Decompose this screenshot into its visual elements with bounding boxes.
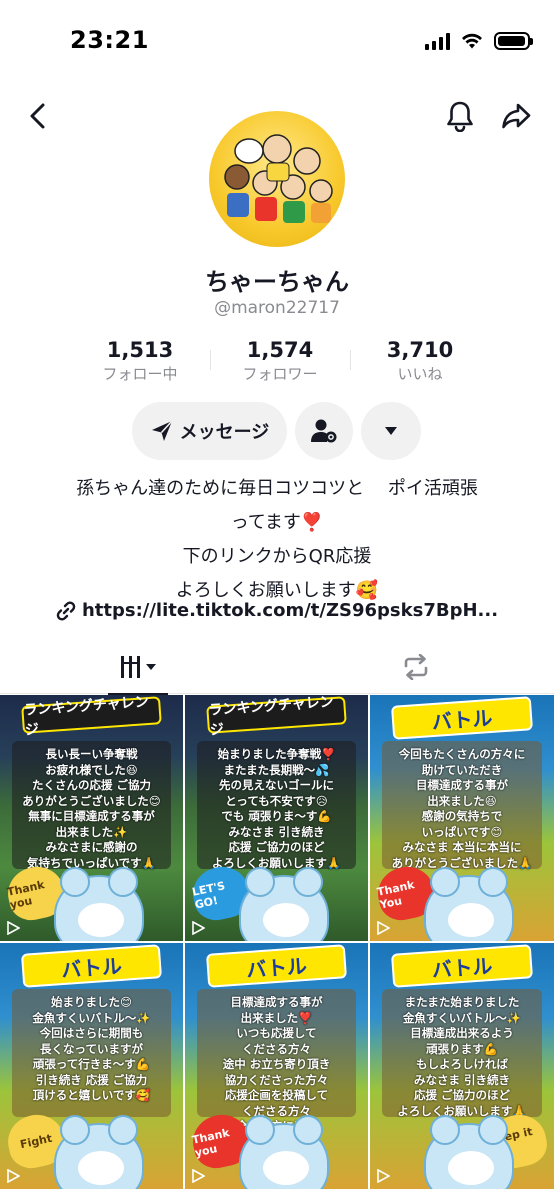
video-grid: ランキングチャレンジ 長い長ーい争奪戦 お疲れ様でした😆 たくさんの応援 ご協力… (0, 695, 554, 1200)
tab-videos[interactable] (0, 640, 277, 695)
play-icon (377, 921, 390, 935)
play-icon (192, 1169, 205, 1183)
chevron-left-icon (30, 103, 45, 129)
video-thumbnail[interactable]: バトル 今回もたくさんの方々に 助けていただき 目標達成する事が 出来ました😆 … (370, 695, 554, 941)
bear-sticker-icon (54, 1115, 144, 1189)
video-banner-text: バトル (390, 944, 534, 988)
play-icon (192, 921, 205, 935)
status-bar: 23:21 (0, 0, 554, 84)
avatar-illustration-icon (224, 134, 333, 223)
cellular-signal-icon (425, 32, 450, 50)
bear-sticker-icon (239, 1115, 329, 1189)
video-caption-text: 長い長ーい争奪戦 お疲れ様でした😆 たくさんの応援 ご協力 ありがとうございまし… (12, 741, 171, 870)
video-caption-text: 始まりました争奪戦❣️ またまた長期戦〜💦 先の見えないゴールに とっても不安で… (197, 741, 356, 870)
video-grid-icon (120, 656, 156, 678)
share-arrow-icon (502, 103, 531, 129)
status-icons (425, 32, 533, 50)
video-caption-text: 目標達成する事が 出来ました❣️ いつも応援して くださる方々 途中 お立ち寄り… (197, 989, 356, 1149)
play-icon (377, 1169, 390, 1183)
bell-icon (447, 101, 473, 132)
display-name: ちゃーちゃん (205, 268, 349, 296)
add-friend-button[interactable] (295, 402, 353, 460)
video-caption-text: またまた始まりました 金魚すくいバトル〜✨ 目標達成出来るよう 頑張ります💪 も… (382, 989, 542, 1118)
play-icon (7, 1169, 20, 1183)
bio-line: 孫ちゃん達のために毎日コツコツと ポイ活頑張 (76, 478, 478, 499)
likes-label: いいね (397, 365, 443, 383)
following-count: 1,513 (106, 338, 174, 362)
video-caption-text: 始まりました😊 金魚すくいバトル〜✨ 今回はさらに期間も 長くなっていますが 頑… (12, 989, 171, 1117)
likes-count: 3,710 (386, 338, 454, 362)
wifi-icon (462, 33, 482, 49)
profile-actions: メッセージ (0, 402, 554, 460)
bear-sticker-icon (239, 867, 329, 941)
caret-down-icon (385, 427, 397, 435)
profile-avatar[interactable] (209, 111, 345, 247)
back-button[interactable] (14, 92, 62, 140)
message-button-label: メッセージ (179, 422, 270, 443)
stat-following[interactable]: 1,513 フォロー中 (70, 336, 210, 384)
repost-icon (404, 654, 427, 680)
message-button[interactable]: メッセージ (132, 402, 287, 460)
notification-bell-button[interactable] (436, 92, 484, 140)
send-icon (151, 420, 173, 441)
bio-line: 下のリンクからQR応援 (182, 546, 372, 567)
user-settings-icon (311, 419, 337, 443)
tab-reposts[interactable] (277, 640, 554, 694)
username-handle: @maron22717 (214, 298, 340, 318)
followers-count: 1,574 (246, 338, 314, 362)
share-button[interactable] (492, 92, 540, 140)
video-thumbnail[interactable]: ランキングチャレンジ 長い長ーい争奪戦 お疲れ様でした😆 たくさんの応援 ご協力… (0, 695, 183, 941)
bear-sticker-icon (424, 867, 514, 941)
video-banner-text: ランキングチャレンジ (21, 695, 162, 739)
bio-link[interactable]: https://lite.tiktok.com/t/ZS96psks7BpH..… (0, 600, 554, 621)
video-banner-text: バトル (20, 944, 163, 988)
more-options-button[interactable] (361, 402, 421, 460)
video-thumbnail[interactable]: バトル 目標達成する事が 出来ました❣️ いつも応援して くださる方々 途中 お… (185, 943, 368, 1189)
bio-link-text: https://lite.tiktok.com/t/ZS96psks7BpH..… (81, 600, 499, 621)
video-banner-text: バトル (205, 944, 348, 988)
bear-sticker-icon (424, 1115, 514, 1189)
following-label: フォロー中 (102, 365, 178, 383)
stat-followers[interactable]: 1,574 フォロワー (210, 336, 350, 384)
status-time: 23:21 (70, 26, 149, 54)
video-thumbnail[interactable]: ランキングチャレンジ 始まりました争奪戦❣️ またまた長期戦〜💦 先の見えないゴ… (185, 695, 368, 941)
link-icon (56, 600, 76, 621)
video-thumbnail[interactable]: バトル 始まりました😊 金魚すくいバトル〜✨ 今回はさらに期間も 長くなっていま… (0, 943, 183, 1189)
stat-likes[interactable]: 3,710 いいね (350, 336, 490, 384)
video-banner-text: バトル (390, 696, 534, 740)
video-thumbnail[interactable]: バトル またまた始まりました 金魚すくいバトル〜✨ 目標達成出来るよう 頑張りま… (370, 943, 554, 1189)
content-tabs (0, 640, 554, 695)
video-caption-text: 今回もたくさんの方々に 助けていただき 目標達成する事が 出来ました😆 感謝の気… (382, 741, 542, 870)
profile-bio: 孫ちゃん達のために毎日コツコツと ポイ活頑張 ってます❣️ 下のリンクからQR応… (40, 472, 514, 608)
bio-line: ってます❣️ (230, 512, 324, 533)
bear-sticker-icon (54, 867, 144, 941)
profile-stats: 1,513 フォロー中 1,574 フォロワー 3,710 いいね (70, 336, 490, 386)
video-banner-text: ランキングチャレンジ (206, 695, 347, 739)
play-icon (7, 921, 20, 935)
battery-icon (494, 32, 533, 50)
followers-label: フォロワー (242, 365, 318, 383)
battery-level (498, 36, 525, 46)
